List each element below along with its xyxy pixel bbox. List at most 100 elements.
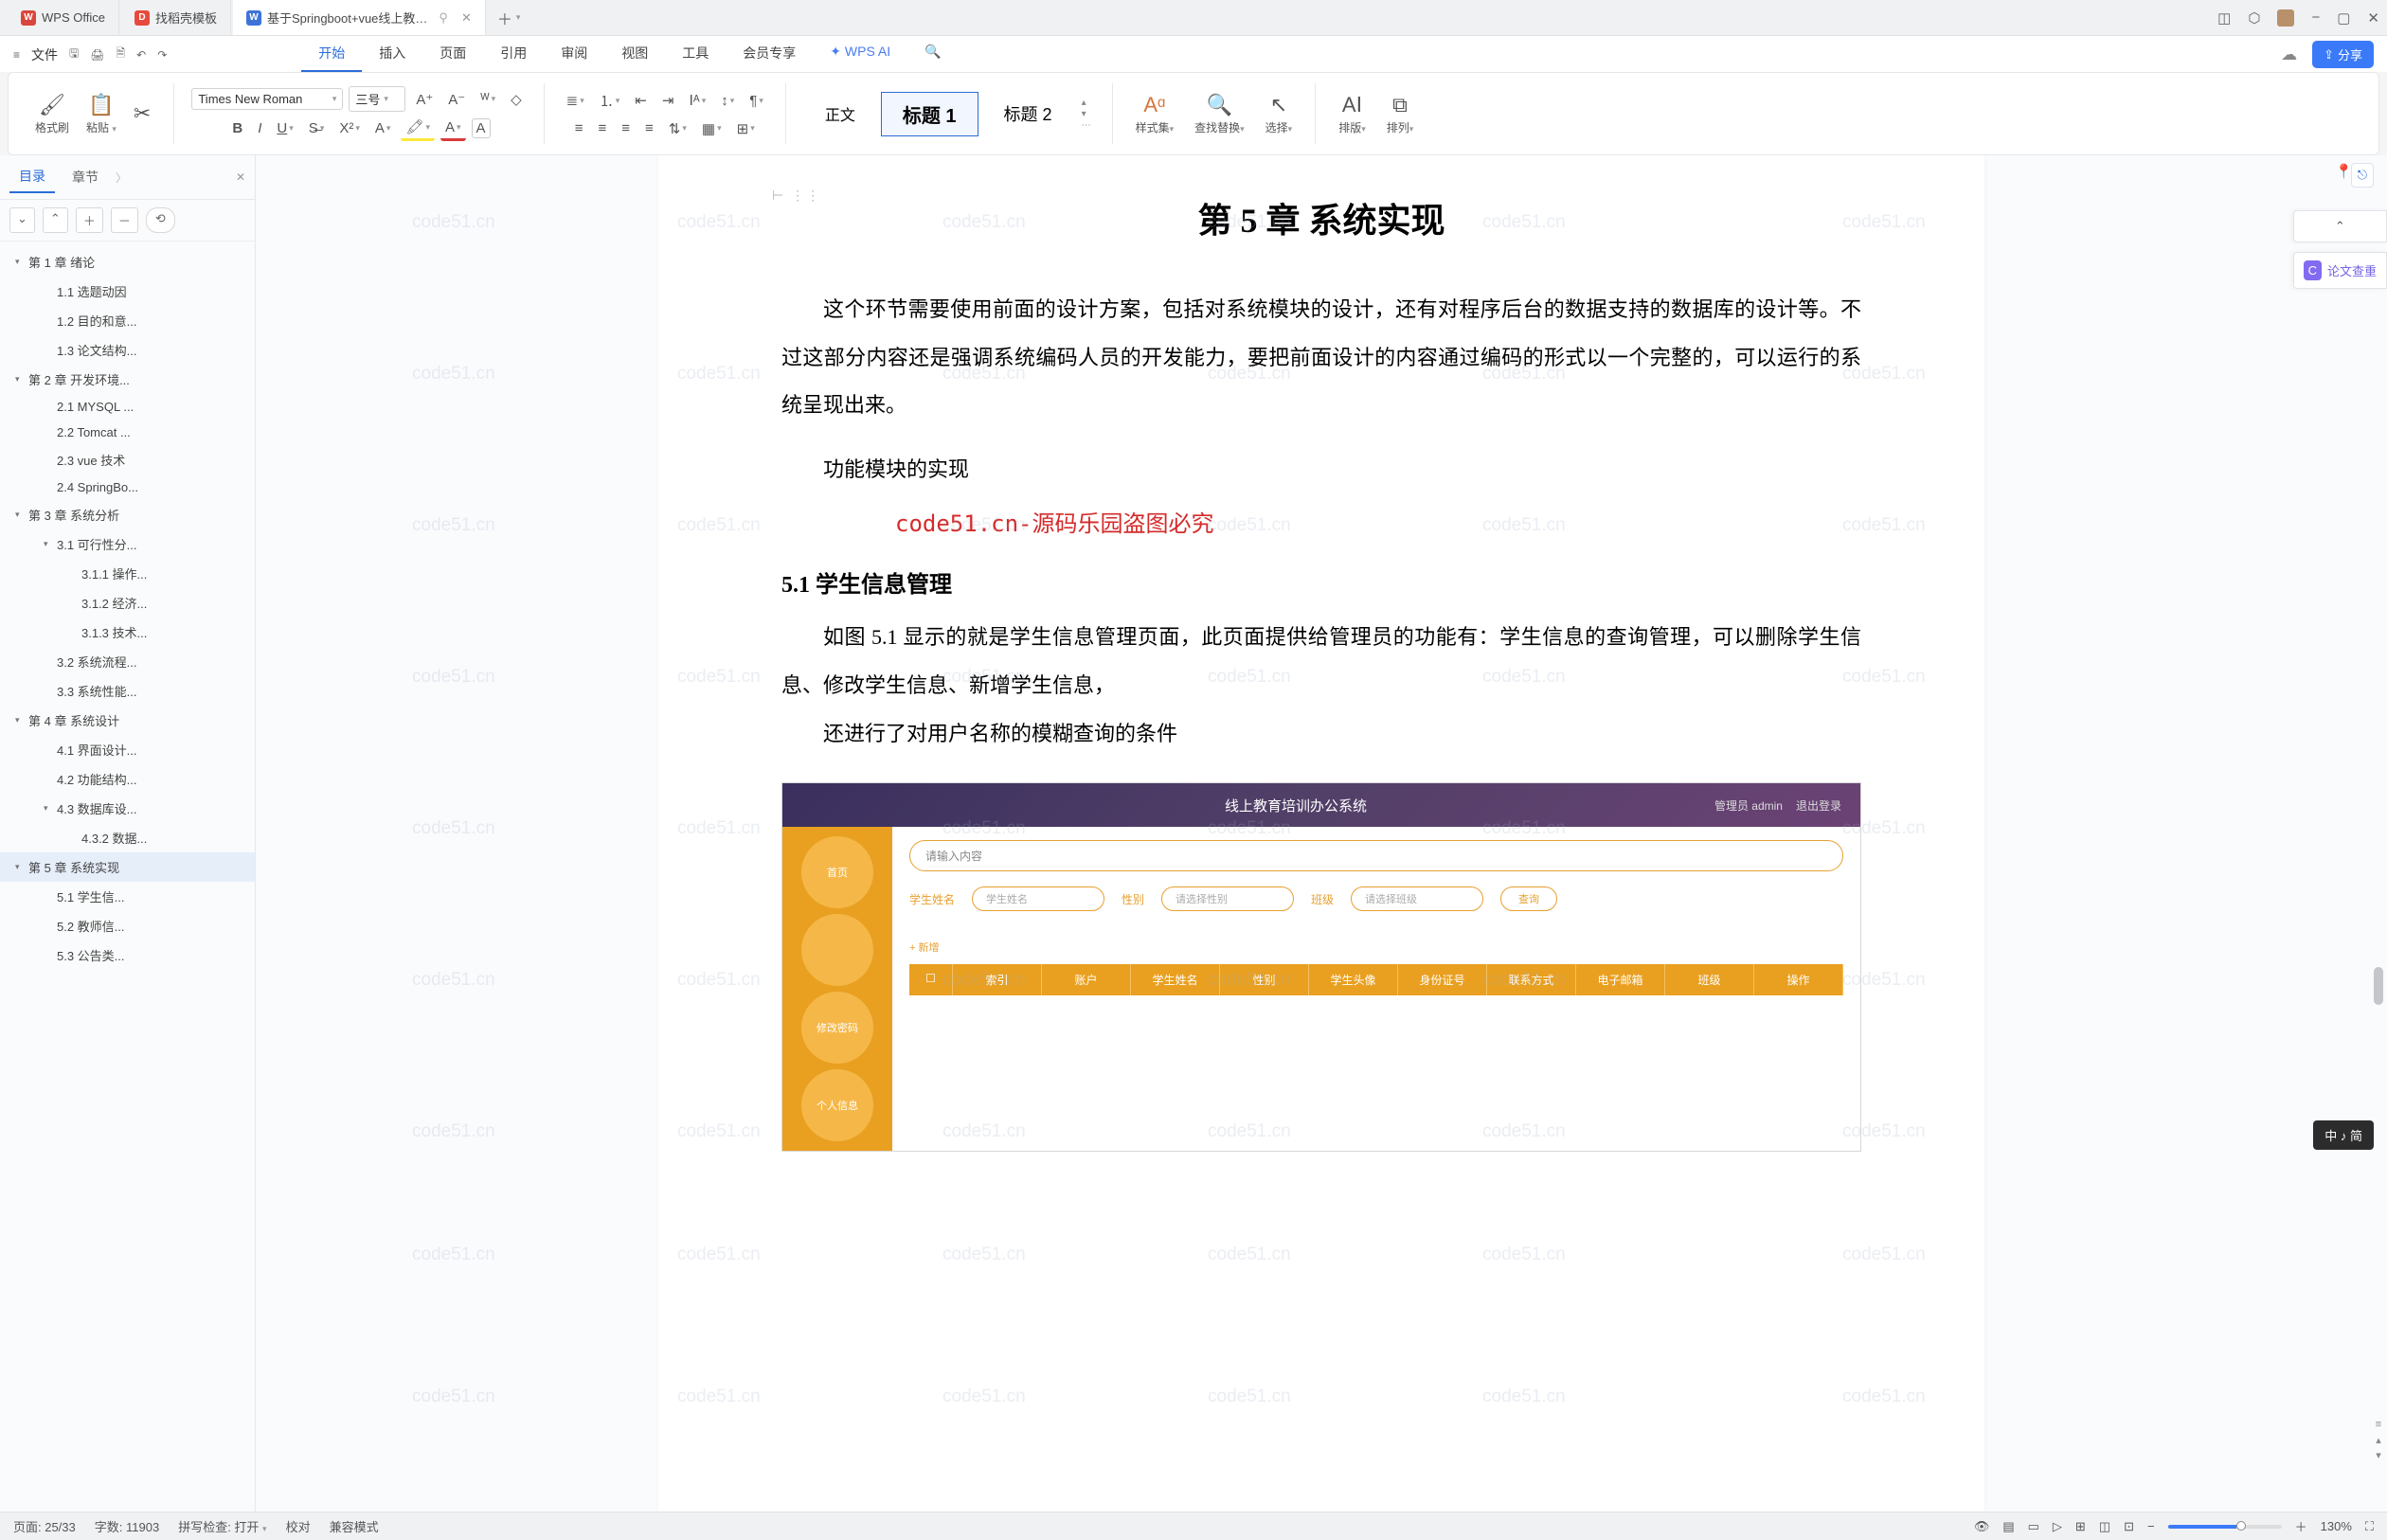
- align-left-icon[interactable]: ≡: [570, 117, 588, 139]
- scroll-up-icon[interactable]: ▴: [2373, 1434, 2384, 1447]
- toc-item[interactable]: 1.3 论文结构...: [0, 335, 255, 365]
- line-spacing-icon[interactable]: ⇅▾: [664, 117, 691, 140]
- italic-icon[interactable]: I: [253, 117, 266, 139]
- outline-view-icon[interactable]: ◫: [2099, 1519, 2110, 1534]
- zoom-in-icon[interactable]: ＋: [2295, 1517, 2307, 1535]
- new-tab-button[interactable]: ＋ ▾: [488, 0, 530, 35]
- scroll-prev-icon[interactable]: ≡: [2373, 1419, 2384, 1432]
- app-tab-document[interactable]: W 基于Springboot+vue线上教… ⚲ ✕: [233, 0, 486, 35]
- select-button[interactable]: ↖选择▾: [1260, 91, 1299, 137]
- sidebar-close-icon[interactable]: ✕: [236, 170, 245, 184]
- toc-item[interactable]: 5.3 公告类...: [0, 940, 255, 970]
- font-color-icon[interactable]: A▾: [440, 116, 466, 141]
- menu-icon[interactable]: ≡: [13, 48, 20, 62]
- remove-section-icon[interactable]: －: [111, 207, 138, 233]
- search-icon[interactable]: 🔍: [907, 36, 958, 72]
- fit-width-icon[interactable]: ⊡: [2124, 1519, 2134, 1534]
- tab-page[interactable]: 页面: [422, 36, 483, 72]
- bookmark-panel-icon[interactable]: ⎋: [2351, 163, 2374, 188]
- page-indicator[interactable]: 页面: 25/33: [13, 1517, 76, 1535]
- document-viewport[interactable]: ⊢ ⋮⋮ code51.cncode51.cncode51.cncode51.c…: [256, 155, 2387, 1512]
- toc-item[interactable]: 2.1 MYSQL ...: [0, 394, 255, 420]
- layout-view-icon[interactable]: ▤: [2002, 1519, 2014, 1534]
- toc-item[interactable]: 3.1.1 操作...: [0, 559, 255, 588]
- zoom-level[interactable]: 130%: [2321, 1519, 2352, 1533]
- phonetic-icon[interactable]: ᵂ▾: [476, 88, 500, 110]
- plagiarism-check-button[interactable]: C论文查重: [2293, 252, 2387, 289]
- sort-icon[interactable]: ↕▾: [716, 90, 739, 112]
- toc-item[interactable]: 5.2 教师信...: [0, 911, 255, 940]
- toc-item[interactable]: 5.1 学生信...: [0, 882, 255, 911]
- layout-button[interactable]: AⅠ排版▾: [1333, 91, 1372, 137]
- toc-item[interactable]: ▾4.3 数据库设...: [0, 794, 255, 823]
- avatar-icon[interactable]: [2277, 9, 2294, 27]
- undo-icon[interactable]: ↶: [136, 48, 146, 62]
- style-heading-1[interactable]: 标题 1: [881, 92, 978, 136]
- toc-item[interactable]: 1.2 目的和意...: [0, 306, 255, 335]
- font-size-select[interactable]: 三号▾: [349, 86, 405, 112]
- dual-window-icon[interactable]: ◫: [2217, 9, 2231, 27]
- format-brush-button[interactable]: 🖌格式刷: [29, 91, 75, 137]
- tab-review[interactable]: 审阅: [544, 36, 604, 72]
- change-case-icon[interactable]: A▾: [370, 117, 396, 139]
- web-view-icon[interactable]: ⊞: [2075, 1519, 2086, 1534]
- print-icon[interactable]: 🖨: [90, 48, 104, 62]
- save-icon[interactable]: 🖫: [69, 45, 79, 64]
- vertical-scrollbar[interactable]: ≡ ▴ ▾: [2372, 383, 2385, 1464]
- toggle-marks-icon[interactable]: ¶▾: [745, 90, 768, 112]
- toc-item[interactable]: 4.1 界面设计...: [0, 735, 255, 764]
- toc-item[interactable]: ▾第 2 章 开发环境...: [0, 365, 255, 394]
- file-menu[interactable]: 文件: [31, 45, 58, 64]
- toc-item[interactable]: 3.2 系统流程...: [0, 647, 255, 676]
- cube-icon[interactable]: ⬡: [2248, 9, 2260, 27]
- maximize-button[interactable]: ▢: [2337, 9, 2350, 27]
- expand-all-icon[interactable]: ⌃: [43, 207, 68, 233]
- read-view-icon[interactable]: ▭: [2028, 1519, 2039, 1534]
- font-name-select[interactable]: Times New Roman▾: [191, 88, 343, 110]
- align-center-icon[interactable]: ≡: [594, 117, 612, 139]
- cloud-icon[interactable]: ☁: [2281, 45, 2297, 64]
- word-count[interactable]: 字数: 11903: [95, 1517, 159, 1535]
- arrange-button[interactable]: ⧉排列▾: [1381, 91, 1420, 137]
- sidebar-tab-chapter[interactable]: 章节: [63, 162, 108, 192]
- align-right-icon[interactable]: ≡: [617, 117, 635, 139]
- close-button[interactable]: ✕: [2367, 9, 2379, 27]
- toc-item[interactable]: ▾第 1 章 绪论: [0, 247, 255, 277]
- align-justify-icon[interactable]: ≡: [640, 117, 658, 139]
- preview-icon[interactable]: 🗎: [116, 45, 125, 64]
- char-shading-icon[interactable]: A: [472, 118, 491, 138]
- toc-item[interactable]: 2.4 SpringBo...: [0, 475, 255, 500]
- scroll-thumb[interactable]: [2374, 967, 2383, 1005]
- toc-item[interactable]: 3.3 系统性能...: [0, 676, 255, 706]
- ime-indicator[interactable]: 中 ♪ 简: [2313, 1120, 2374, 1150]
- toc-item[interactable]: 2.2 Tomcat ...: [0, 420, 255, 445]
- eye-icon[interactable]: 👁: [1974, 1519, 1990, 1534]
- location-icon[interactable]: 📍: [2335, 163, 2353, 180]
- add-section-icon[interactable]: ＋: [76, 207, 103, 233]
- strikethrough-icon[interactable]: S̶▾: [304, 117, 330, 139]
- style-scroll[interactable]: ▴▾⋯: [1078, 98, 1095, 131]
- share-button[interactable]: ⇪ 分享: [2312, 41, 2374, 68]
- close-tab-icon[interactable]: ✕: [461, 10, 472, 26]
- collapse-all-icon[interactable]: ⌄: [9, 207, 35, 233]
- tab-tools[interactable]: 工具: [665, 36, 726, 72]
- toc-item[interactable]: 1.1 选题动因: [0, 277, 255, 306]
- increase-indent-icon[interactable]: ⇥: [657, 89, 679, 112]
- clear-format-icon[interactable]: ◇: [506, 88, 527, 111]
- compat-mode[interactable]: 兼容模式: [330, 1517, 379, 1535]
- style-set-button[interactable]: Aᵅ样式集▾: [1130, 91, 1180, 137]
- tab-member[interactable]: 会员专享: [726, 36, 813, 72]
- spell-check-status[interactable]: 拼写检查: 打开 ▾: [178, 1517, 266, 1535]
- bullet-list-icon[interactable]: ≣▾: [562, 89, 589, 112]
- find-replace-button[interactable]: 🔍查找替换▾: [1189, 91, 1250, 137]
- tab-home[interactable]: 开始: [301, 36, 362, 72]
- cut-button[interactable]: ✂: [128, 99, 156, 128]
- toc-item[interactable]: 4.3.2 数据...: [0, 823, 255, 852]
- tab-wps-ai[interactable]: ✦ WPS AI: [813, 36, 907, 72]
- collapse-ribbon-icon[interactable]: ⌃: [2293, 210, 2387, 242]
- shading-icon[interactable]: ▦▾: [697, 117, 727, 140]
- redo-icon[interactable]: ↷: [157, 48, 167, 62]
- superscript-icon[interactable]: X²▾: [334, 117, 365, 139]
- tab-insert[interactable]: 插入: [362, 36, 422, 72]
- toc-item[interactable]: 3.1.3 技术...: [0, 618, 255, 647]
